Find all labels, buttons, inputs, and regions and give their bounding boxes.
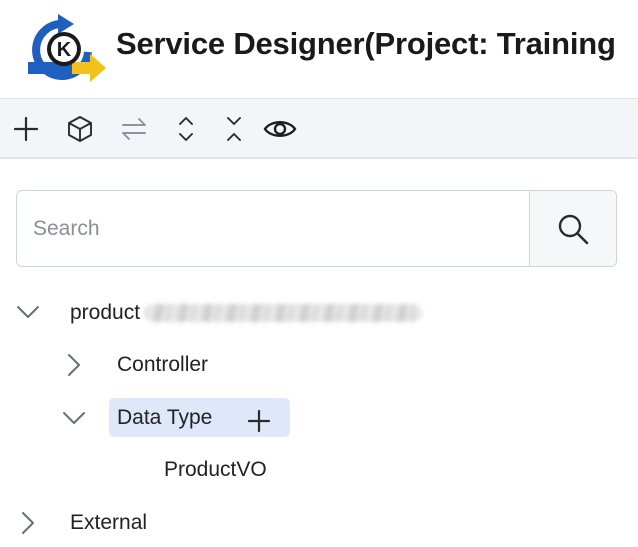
tree-toggle-external[interactable]: [16, 511, 40, 535]
search-icon: [558, 214, 589, 244]
tree-node-controller[interactable]: Controller: [117, 345, 208, 385]
tree-node-productvo[interactable]: ProductVO: [164, 450, 267, 490]
tree-toggle-data-type[interactable]: [62, 406, 86, 430]
plus-icon: [247, 409, 271, 433]
tree-node-label: ProductVO: [164, 458, 267, 481]
chevron-right-icon: [68, 354, 80, 376]
chevron-down-icon: [63, 412, 85, 424]
app-title: Service Designer(Project: Training: [116, 26, 616, 61]
expand-all-icon: [179, 117, 193, 141]
app-header: K Service Designer(Project: Training: [0, 0, 638, 98]
tree-node-label: Controller: [117, 353, 209, 376]
chevron-down-icon: [17, 306, 39, 318]
chevron-right-icon: [22, 512, 34, 534]
search-button[interactable]: [529, 191, 616, 266]
toolbar: [0, 98, 638, 159]
tree-node-data-type-label-row: Data Type: [117, 398, 212, 438]
cube-icon: [68, 116, 92, 142]
view-button[interactable]: [262, 113, 298, 145]
redacted-text: [144, 304, 423, 322]
tree-toggle-product[interactable]: [16, 300, 40, 324]
swap-arrows-icon: [122, 118, 146, 140]
tree-toggle-controller[interactable]: [62, 353, 86, 377]
model-button[interactable]: [64, 113, 96, 145]
tree-node-label: Data Type: [117, 406, 213, 429]
collapse-all-icon: [227, 117, 241, 141]
tree-node-external[interactable]: External: [70, 503, 147, 543]
tree-node-product[interactable]: product: [70, 293, 423, 333]
app-logo: K: [28, 14, 106, 82]
eye-icon: [263, 121, 297, 137]
tree-node-label: External: [70, 511, 148, 534]
logo-letter: K: [57, 39, 72, 61]
collapse-all-button[interactable]: [218, 113, 250, 145]
add-button[interactable]: [10, 113, 42, 145]
search-input[interactable]: [17, 191, 531, 266]
swap-button[interactable]: [118, 113, 150, 145]
add-data-type-button[interactable]: [246, 408, 272, 434]
plus-icon: [13, 116, 39, 142]
search-box: [16, 190, 617, 267]
expand-all-button[interactable]: [170, 113, 202, 145]
tree-node-label: product: [70, 301, 141, 324]
